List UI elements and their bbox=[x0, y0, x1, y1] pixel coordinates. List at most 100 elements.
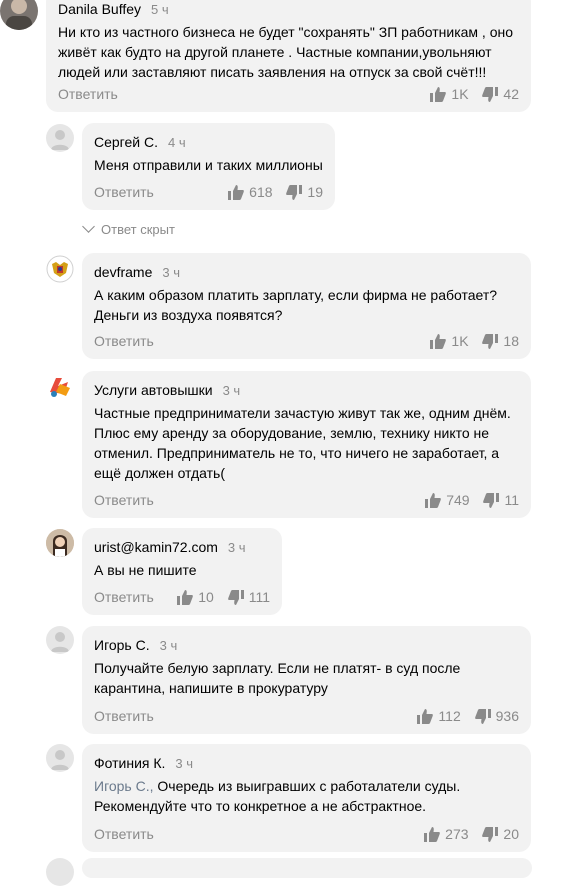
default-user-icon bbox=[51, 750, 69, 770]
like-count: 112 bbox=[438, 708, 461, 724]
votes: 618 19 bbox=[218, 182, 323, 205]
avatar[interactable] bbox=[0, 0, 38, 30]
comment-text: А каким образом платить зарплату, если ф… bbox=[94, 287, 498, 323]
thumbs-down-icon bbox=[227, 589, 244, 605]
default-user-icon bbox=[51, 632, 69, 652]
company-logo-icon bbox=[50, 378, 70, 397]
reply-button[interactable]: Ответить bbox=[94, 492, 154, 508]
comment-author[interactable]: Игорь С. bbox=[94, 637, 150, 653]
user-photo-icon bbox=[46, 529, 74, 557]
comment-bubble: devframe 3 ч А каким образом платить зарп… bbox=[82, 253, 531, 359]
dislike-count: 42 bbox=[503, 86, 519, 102]
comment-time: 4 ч bbox=[167, 135, 186, 150]
comment-author[interactable]: devframe bbox=[94, 264, 152, 280]
dislike-count: 11 bbox=[504, 492, 519, 508]
show-hidden-reply-link[interactable]: Ответ скрыт bbox=[82, 220, 175, 237]
dislike-button[interactable]: 111 bbox=[227, 587, 270, 607]
dislike-count: 19 bbox=[307, 184, 323, 200]
comment-bubble: Игорь С. 3 ч Получайте белую зарплату. Ес… bbox=[82, 626, 531, 734]
dislike-button[interactable]: 936 bbox=[474, 706, 519, 726]
comment-text: Ни кто из частного бизнеса не будет "сох… bbox=[58, 24, 514, 80]
dislike-count: 18 bbox=[503, 333, 519, 349]
reply-button[interactable]: Ответить bbox=[58, 86, 118, 102]
comment-time: 3 ч bbox=[162, 265, 180, 280]
dislike-button[interactable]: 18 bbox=[482, 331, 519, 351]
comment-text: Частные предприниматели зачастую живут т… bbox=[94, 405, 511, 481]
thumbs-up-icon bbox=[228, 184, 245, 200]
like-count: 10 bbox=[198, 589, 214, 605]
avatar[interactable] bbox=[46, 529, 74, 557]
votes: 273 20 bbox=[414, 824, 519, 847]
thumbs-up-icon bbox=[417, 708, 434, 724]
reply-button[interactable]: Ответить bbox=[94, 826, 154, 842]
comment-bubble bbox=[82, 858, 532, 878]
comment-time: 3 ч bbox=[175, 756, 194, 771]
thumbs-up-icon bbox=[430, 333, 447, 349]
comment-author[interactable]: urist@kamin72.com bbox=[94, 539, 218, 555]
dislike-count: 111 bbox=[248, 589, 270, 605]
avatar[interactable] bbox=[46, 124, 74, 152]
chevron-down-icon bbox=[82, 220, 95, 233]
dislike-count: 936 bbox=[495, 708, 519, 724]
comment-bubble: Сергей С. 4 ч Меня отправили и таких милл… bbox=[82, 123, 335, 210]
comment-footer: Ответить 10 111 bbox=[94, 587, 270, 607]
thumbs-down-icon bbox=[286, 184, 303, 200]
comment-bubble: Danila Buffey 5 ч Ни кто из частного бизн… bbox=[46, 0, 531, 112]
thumbs-up-icon bbox=[425, 492, 442, 508]
comment-text: А вы не пишите bbox=[94, 562, 197, 578]
comment-author[interactable]: Сергей С. bbox=[94, 134, 158, 150]
votes: 749 11 bbox=[415, 490, 519, 513]
comment-time: 3 ч bbox=[159, 638, 178, 653]
avatar[interactable] bbox=[46, 858, 74, 886]
like-button[interactable]: 1K bbox=[430, 84, 469, 104]
votes: 10 111 bbox=[167, 587, 270, 610]
avatar[interactable] bbox=[46, 626, 74, 654]
dislike-button[interactable]: 11 bbox=[483, 490, 519, 510]
avatar[interactable] bbox=[46, 372, 74, 400]
dislike-button[interactable]: 20 bbox=[482, 824, 519, 844]
comment-author[interactable]: Фотиния К. bbox=[94, 755, 165, 771]
thumbs-up-icon bbox=[177, 589, 194, 605]
votes: 1K 18 bbox=[420, 331, 519, 354]
like-button[interactable]: 1K bbox=[430, 331, 469, 351]
comment-footer: Ответить 749 11 bbox=[94, 490, 519, 510]
like-count: 1K bbox=[451, 333, 469, 349]
mention-link[interactable]: Игорь С., bbox=[94, 778, 154, 794]
avatar[interactable] bbox=[46, 255, 74, 283]
reply-button[interactable]: Ответить bbox=[94, 708, 154, 724]
comment-author[interactable]: Услуги автовышки bbox=[94, 382, 213, 398]
comment-bubble: Фотиния К. 3 ч Игорь С., Очередь из выигр… bbox=[82, 744, 531, 852]
dislike-button[interactable]: 19 bbox=[286, 182, 323, 202]
like-button[interactable]: 112 bbox=[417, 706, 461, 726]
avatar[interactable] bbox=[46, 744, 74, 772]
coat-of-arms-icon bbox=[46, 255, 74, 283]
thumbs-down-icon bbox=[482, 826, 499, 842]
comment-time: 5 ч bbox=[151, 2, 169, 17]
comment-time: 3 ч bbox=[227, 540, 246, 555]
comment-footer: Ответить 1K 18 bbox=[94, 331, 519, 351]
like-count: 749 bbox=[446, 492, 470, 508]
like-button[interactable]: 273 bbox=[424, 824, 469, 844]
comment-footer: Ответить 273 20 bbox=[94, 824, 519, 844]
default-user-icon bbox=[51, 130, 69, 150]
like-button[interactable]: 749 bbox=[425, 490, 470, 510]
comment-bubble: Услуги автовышки 3 ч Частные предпринимат… bbox=[82, 371, 531, 518]
thumbs-down-icon bbox=[482, 86, 499, 102]
reply-button[interactable]: Ответить bbox=[94, 184, 154, 200]
comment-author[interactable]: Danila Buffey bbox=[58, 1, 141, 17]
dislike-count: 20 bbox=[503, 826, 519, 842]
comment-bubble: urist@kamin72.com 3 ч А вы не пишите Отве… bbox=[82, 528, 282, 615]
like-count: 1K bbox=[451, 86, 469, 102]
votes: 112 936 bbox=[407, 706, 519, 729]
thumbs-down-icon bbox=[482, 333, 499, 349]
reply-button[interactable]: Ответить bbox=[94, 589, 154, 605]
reply-button[interactable]: Ответить bbox=[94, 333, 154, 349]
user-photo-icon bbox=[6, 0, 32, 30]
like-button[interactable]: 618 bbox=[228, 182, 273, 202]
comment-footer: Ответить 1K 42 bbox=[58, 84, 519, 104]
thumbs-down-icon bbox=[483, 492, 500, 508]
comment-time: 3 ч bbox=[222, 383, 241, 398]
like-button[interactable]: 10 bbox=[177, 587, 214, 607]
dislike-button[interactable]: 42 bbox=[482, 84, 519, 104]
like-count: 618 bbox=[249, 184, 273, 200]
